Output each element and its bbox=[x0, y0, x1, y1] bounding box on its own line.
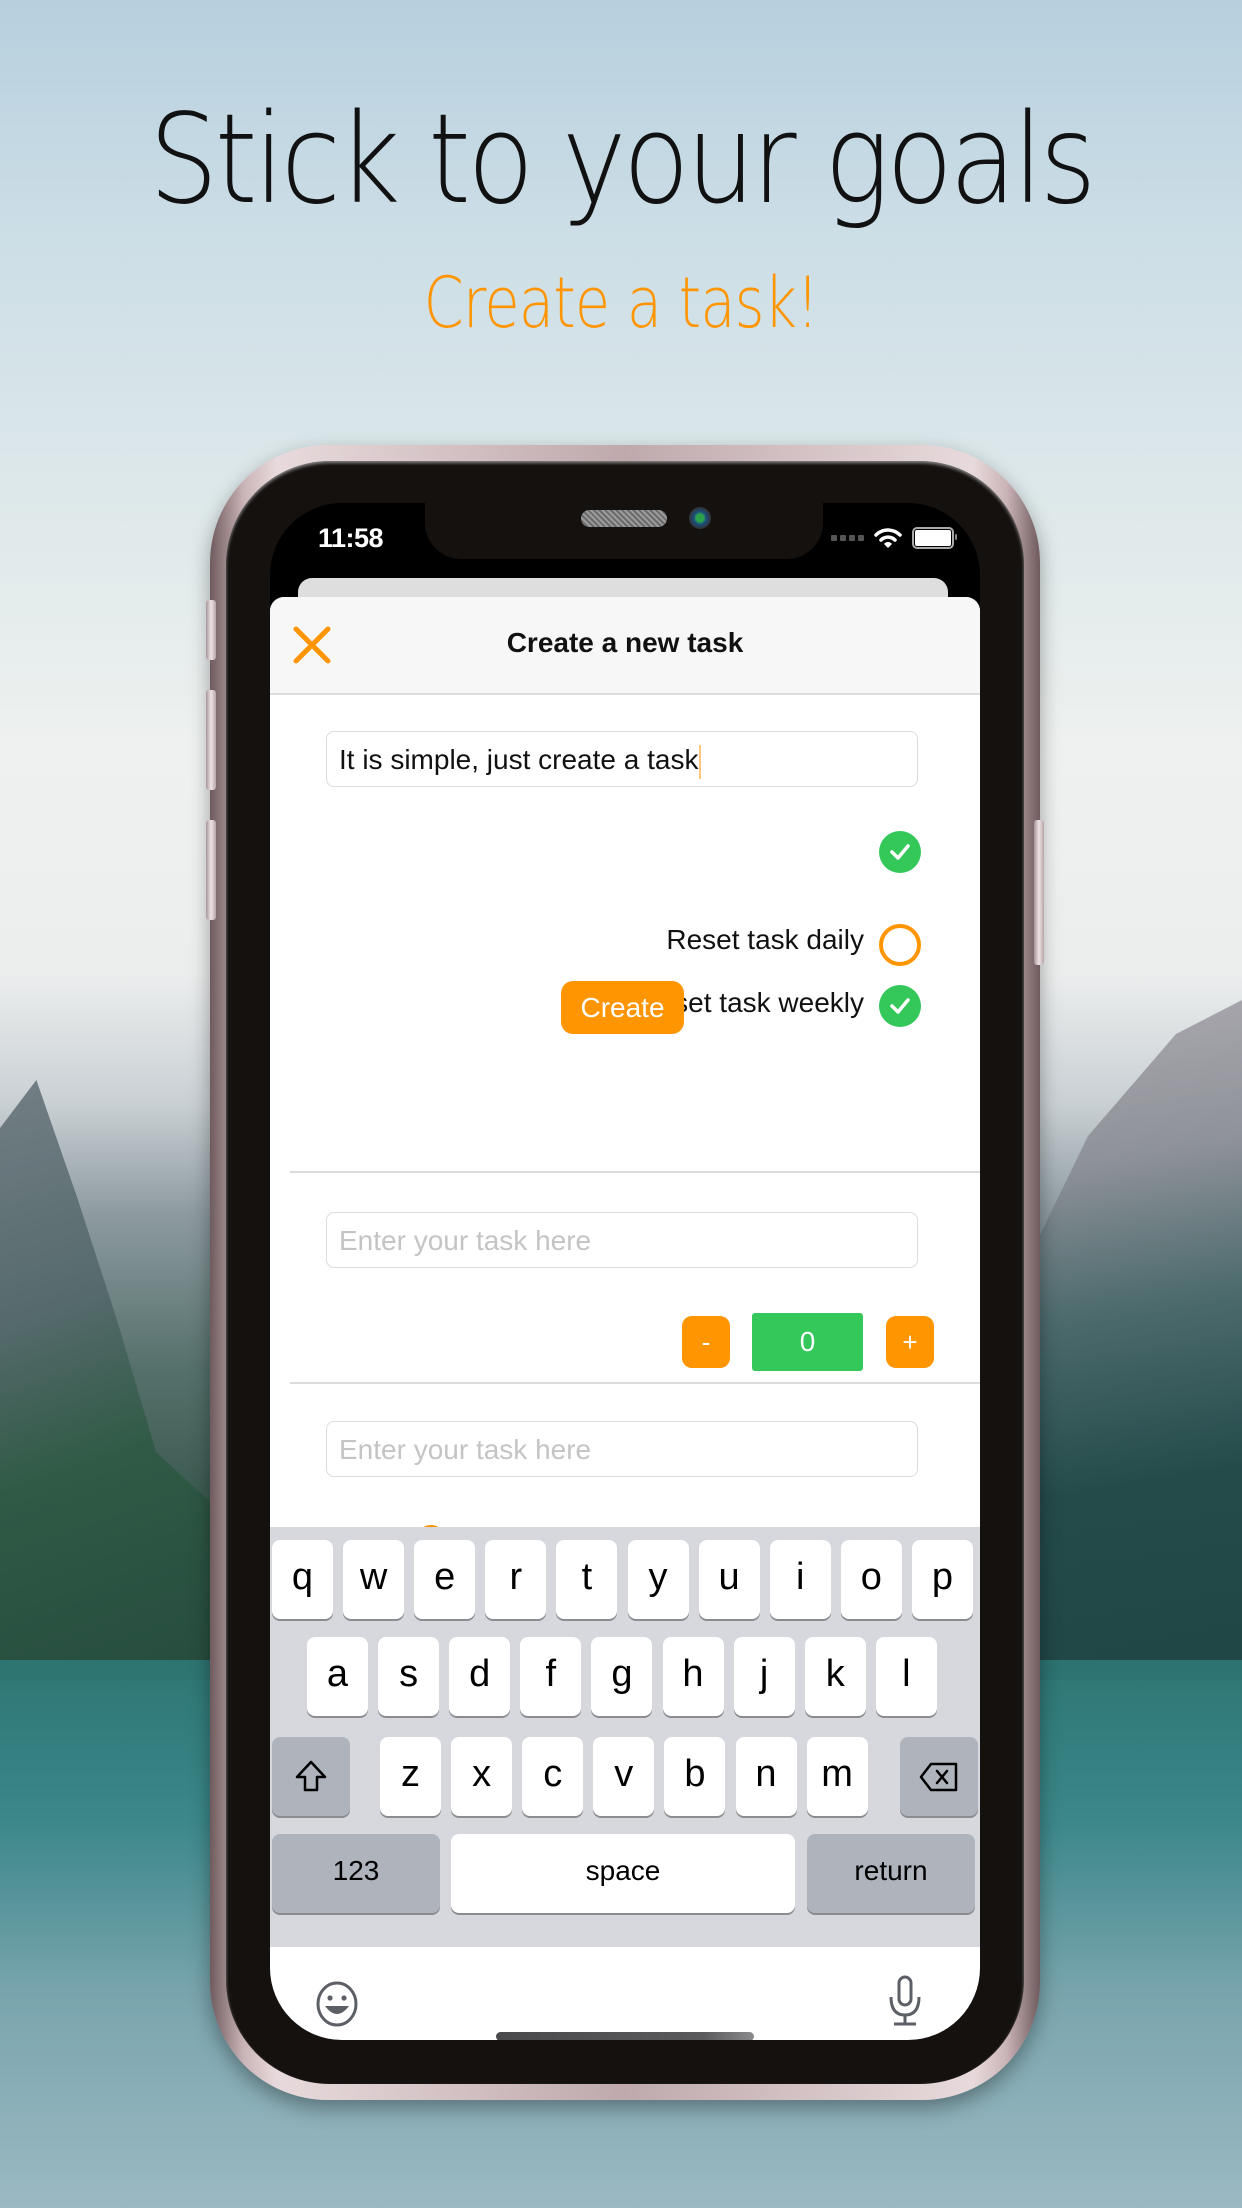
backspace-icon bbox=[919, 1762, 958, 1792]
task-name-input[interactable]: It is simple, just create a task bbox=[326, 731, 918, 787]
marketing-headline: Stick to your goals bbox=[149, 88, 1096, 232]
key-b[interactable]: b bbox=[664, 1737, 726, 1816]
counter-value: 0 bbox=[752, 1313, 863, 1371]
section-divider bbox=[290, 1171, 980, 1173]
return-key[interactable]: return bbox=[807, 1834, 975, 1913]
key-a[interactable]: a bbox=[307, 1637, 368, 1716]
section-divider bbox=[290, 1382, 980, 1384]
delete-key[interactable] bbox=[900, 1737, 978, 1816]
key-e[interactable]: e bbox=[414, 1540, 476, 1619]
emoji-button[interactable] bbox=[315, 1980, 359, 2033]
space-key[interactable]: space bbox=[451, 1834, 795, 1913]
marketing-subheadline: Create a task! bbox=[423, 262, 820, 344]
key-n[interactable]: n bbox=[735, 1737, 797, 1816]
speaker-grille bbox=[581, 510, 667, 527]
checkmark-icon bbox=[890, 844, 910, 860]
key-o[interactable]: o bbox=[840, 1540, 902, 1619]
increment-button[interactable]: + bbox=[886, 1316, 934, 1368]
numbers-key[interactable]: 123 bbox=[272, 1834, 440, 1913]
shift-key[interactable] bbox=[272, 1737, 350, 1816]
reset-weekly-toggle[interactable] bbox=[879, 985, 921, 1027]
key-c[interactable]: c bbox=[522, 1737, 584, 1816]
create-button[interactable]: Create bbox=[561, 981, 684, 1034]
battery-icon bbox=[912, 527, 957, 549]
signal-icon bbox=[831, 535, 864, 541]
third-task-input[interactable]: Enter your task here bbox=[326, 1421, 918, 1477]
volume-up-button bbox=[206, 690, 216, 790]
key-f[interactable]: f bbox=[520, 1637, 582, 1716]
text-caret bbox=[699, 744, 702, 779]
camera-icon bbox=[689, 507, 711, 529]
key-d[interactable]: d bbox=[449, 1637, 511, 1716]
key-s[interactable]: s bbox=[378, 1637, 440, 1716]
key-q[interactable]: q bbox=[272, 1540, 333, 1619]
key-x[interactable]: x bbox=[451, 1737, 513, 1816]
phone-screen: 11:58 Create a new task It is simple, ju… bbox=[270, 503, 980, 2040]
decrement-button[interactable]: - bbox=[682, 1316, 730, 1368]
home-indicator bbox=[496, 2032, 754, 2040]
key-j[interactable]: j bbox=[733, 1637, 795, 1716]
key-l[interactable]: l bbox=[875, 1637, 937, 1716]
task-name-value: It is simple, just create a task bbox=[339, 744, 699, 775]
key-y[interactable]: y bbox=[627, 1540, 689, 1619]
shift-icon bbox=[295, 1760, 327, 1792]
key-k[interactable]: k bbox=[804, 1637, 866, 1716]
navigation-bar: Create a new task bbox=[270, 597, 980, 695]
status-icons bbox=[831, 527, 957, 549]
emoji-icon bbox=[316, 1981, 358, 2027]
notch bbox=[425, 503, 823, 559]
key-i[interactable]: i bbox=[769, 1540, 831, 1619]
key-u[interactable]: u bbox=[698, 1540, 760, 1619]
key-t[interactable]: t bbox=[556, 1540, 618, 1619]
completed-toggle[interactable] bbox=[879, 831, 921, 873]
wifi-icon bbox=[874, 528, 902, 548]
second-task-input[interactable]: Enter your task here bbox=[326, 1212, 918, 1268]
key-g[interactable]: g bbox=[591, 1637, 653, 1716]
side-button bbox=[1034, 820, 1044, 965]
status-time: 11:58 bbox=[318, 523, 384, 553]
key-z[interactable]: z bbox=[380, 1737, 441, 1816]
mountain-right bbox=[1022, 1000, 1242, 1680]
key-p[interactable]: p bbox=[911, 1540, 973, 1619]
key-v[interactable]: v bbox=[593, 1737, 655, 1816]
modal-title: Create a new task bbox=[506, 627, 744, 658]
reset-daily-label: Reset task daily bbox=[666, 924, 864, 955]
key-w[interactable]: w bbox=[343, 1540, 405, 1619]
key-m[interactable]: m bbox=[806, 1737, 868, 1816]
microphone-icon bbox=[889, 1975, 921, 2026]
silent-switch bbox=[206, 600, 216, 660]
microphone-button[interactable] bbox=[888, 1975, 922, 2032]
key-r[interactable]: r bbox=[485, 1540, 547, 1619]
volume-down-button bbox=[206, 820, 216, 920]
keyboard: 123 space return qwertyuiop asdfghjkl zxcv… bbox=[270, 1527, 980, 2027]
reset-daily-toggle[interactable] bbox=[879, 924, 921, 966]
checkmark-icon bbox=[890, 998, 910, 1014]
key-h[interactable]: h bbox=[662, 1637, 724, 1716]
